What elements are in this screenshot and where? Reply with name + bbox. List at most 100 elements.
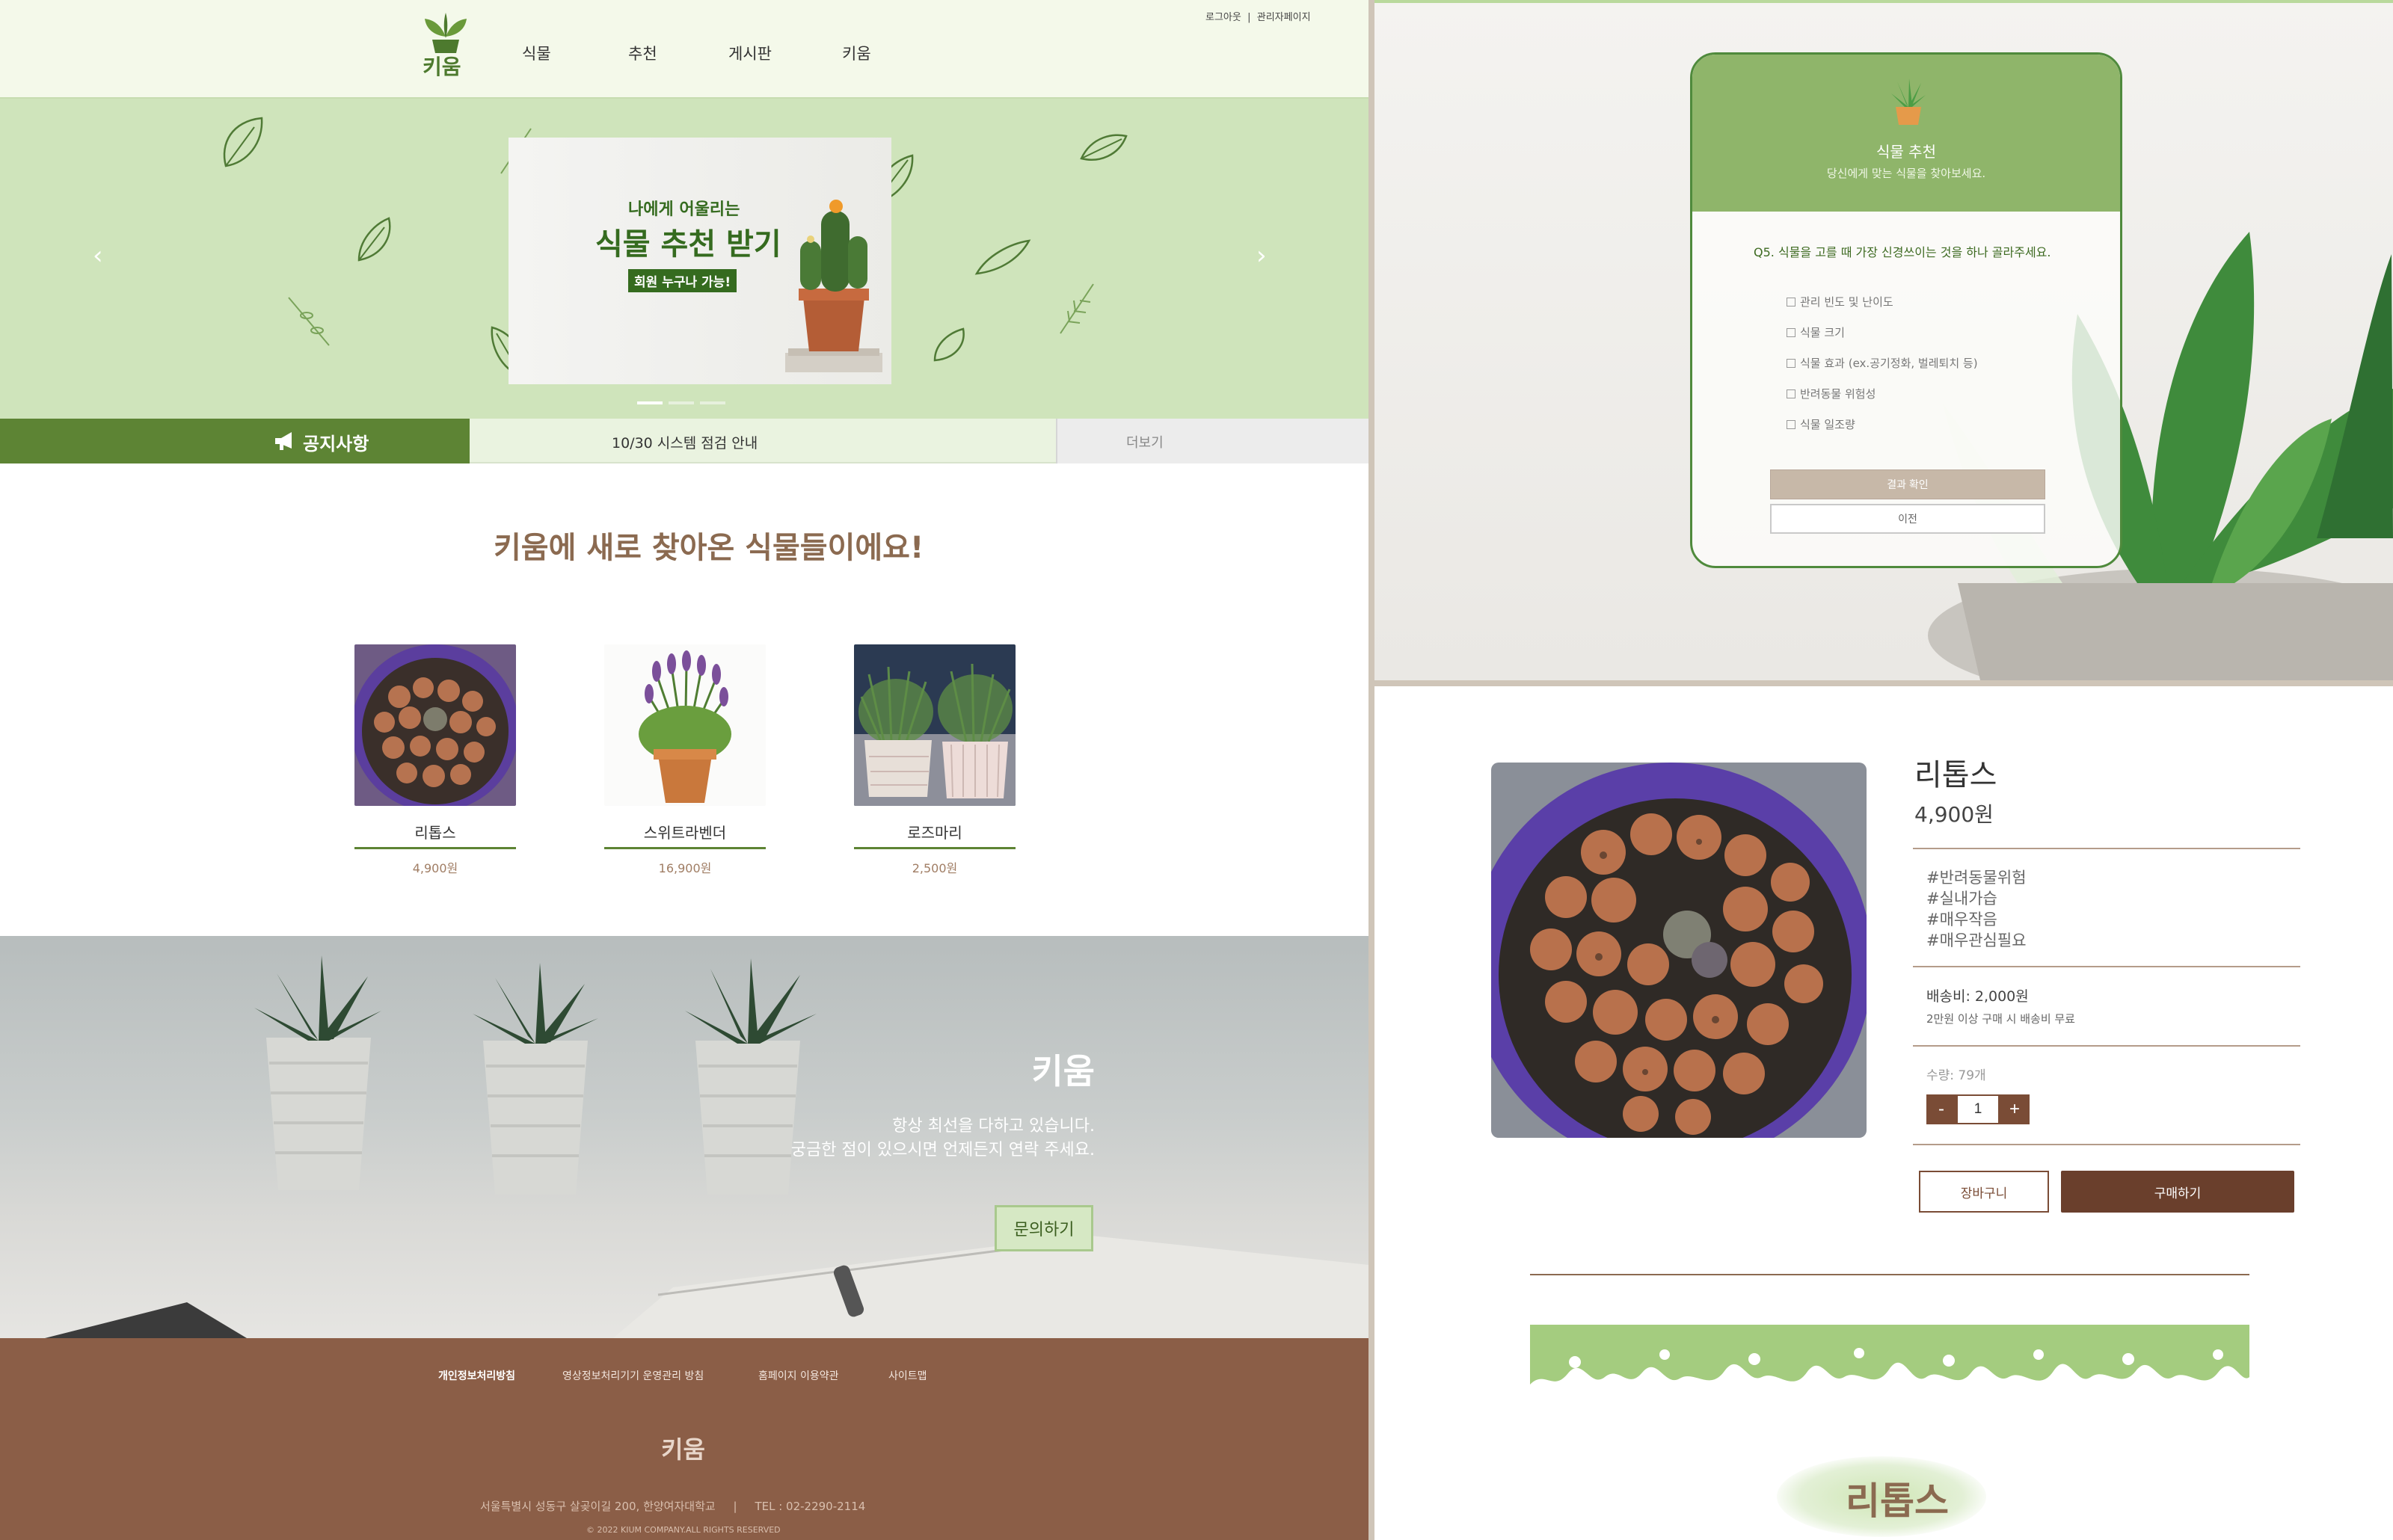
notice-item[interactable]: 10/30 시스템 점검 안내 (470, 419, 1056, 463)
quiz-option-label[interactable]: 식물 일조량 (1800, 418, 1855, 431)
site-header: 키움 식물 추천 게시판 키움 로그아웃 | 관리자페이지 (0, 0, 1368, 99)
quantity-input[interactable] (1956, 1094, 2000, 1124)
nav-recommend[interactable]: 추천 (628, 42, 657, 64)
product-title: 리톱스 (1914, 758, 1997, 792)
notice-more-button[interactable]: 더보기 (1056, 419, 1368, 463)
flower-silhouette-banner (1530, 1325, 2249, 1414)
quiz-option[interactable]: 식물 크기 (1787, 324, 1845, 340)
tag: #반려동물위험 (1926, 869, 2027, 887)
branch-icon (1060, 283, 1094, 334)
checkbox[interactable] (1787, 389, 1795, 398)
notice-label: 공지사항 (0, 419, 470, 463)
notice-label-text: 공지사항 (303, 434, 369, 455)
detail-section-title: 리톱스 (1846, 1479, 1949, 1523)
branch-icon (288, 297, 330, 346)
product-price: 16,900원 (658, 861, 712, 875)
divider (1913, 966, 2300, 967)
checkbox[interactable] (1787, 359, 1795, 368)
contact-title: 키움 (1031, 1051, 1095, 1091)
prev-button[interactable]: 이전 (1770, 504, 2045, 534)
carousel-dot[interactable] (637, 401, 663, 404)
product-name[interactable]: 스위트라벤더 (604, 821, 766, 849)
site-footer: 개인정보처리방침 영상정보처리기기 운영관리 방침 홈페이지 이용약관 사이트맵… (0, 1338, 1368, 1540)
product-card[interactable]: 스위트라벤더 16,900원 (604, 644, 766, 876)
divider (1530, 1274, 2249, 1275)
carousel-dot[interactable] (669, 401, 694, 404)
logout-link[interactable]: 로그아웃 (1205, 12, 1241, 23)
quiz-option-label[interactable]: 관리 빈도 및 난이도 (1800, 295, 1893, 309)
leaf-icon (1080, 134, 1128, 161)
product-card[interactable]: 리톱스 4,900원 (354, 644, 516, 876)
leaf-icon (357, 217, 391, 262)
product-card[interactable]: 로즈마리 2,500원 (854, 644, 1016, 876)
tag: #매우작음 (1926, 911, 1997, 928)
footer-link-privacy[interactable]: 개인정보처리방침 (438, 1368, 515, 1383)
quiz-option[interactable]: 식물 효과 (ex.공기정화, 벌레퇴치 등) (1787, 355, 1978, 371)
quiz-option-label[interactable]: 식물 효과 (ex.공기정화, 벌레퇴치 등) (1800, 357, 1978, 370)
buy-now-button[interactable]: 구매하기 (2061, 1171, 2294, 1213)
cactus-pot-image (785, 200, 882, 372)
footer-link-terms[interactable]: 홈페이지 이용약관 (758, 1368, 839, 1383)
nav-kium[interactable]: 키움 (842, 42, 871, 64)
nav-plants[interactable]: 식물 (522, 42, 551, 64)
quiz-question: Q5. 식물을 고를 때 가장 신경쓰이는 것을 하나 골라주세요. (1754, 245, 2051, 259)
checkbox[interactable] (1787, 420, 1795, 429)
footer-address: 서울특별시 성동구 살곶이길 200, 한양여자대학교 (480, 1500, 716, 1513)
admin-link[interactable]: 관리자페이지 (1257, 12, 1311, 23)
quiz-modal: 식물 추천 당신에게 맞는 식물을 찾아보세요. Q5. 식물을 고를 때 가장… (1690, 52, 2122, 568)
leaf-icon (223, 117, 263, 167)
divider: | (719, 1500, 755, 1513)
product-tags: #반려동물위험 #실내가습 #매우작음 #매우관심필요 (1926, 867, 2027, 951)
notice-more-label[interactable]: 더보기 (1126, 432, 1164, 452)
minus-button[interactable]: - (1926, 1094, 1956, 1124)
product-name[interactable]: 리톱스 (354, 821, 516, 849)
result-button[interactable]: 결과 확인 (1770, 469, 2045, 499)
next-slide-arrow-icon[interactable]: › (1256, 241, 1267, 271)
footer-link-cctv[interactable]: 영상정보처리기기 운영관리 방침 (562, 1368, 704, 1383)
quiz-option[interactable]: 반려동물 위험성 (1787, 386, 1876, 401)
shipping-fee: 배송비: 2,000원 (1926, 988, 2029, 1005)
product-detail-page: 리톱스 4,900원 #반려동물위험 #실내가습 #매우작음 #매우관심필요 배… (1374, 686, 2393, 1540)
contact-line2: 궁금한 점이 있으시면 언제든지 연락 주세요. (790, 1141, 1095, 1159)
product-detail-price: 4,900원 (1914, 802, 1994, 827)
logo-text[interactable]: 키움 (423, 51, 461, 81)
lavender-image[interactable] (604, 644, 766, 806)
footer-tel: TEL : 02-2290-2114 (755, 1500, 866, 1513)
sprout-logo-icon[interactable] (419, 9, 473, 55)
carousel-dot[interactable] (700, 401, 725, 404)
product-main-image[interactable] (1491, 763, 1867, 1138)
footer-copyright: © 2022 KIUM COMPANY.ALL RIGHTS RESERVED (586, 1525, 781, 1535)
footer-link-sitemap[interactable]: 사이트맵 (888, 1368, 927, 1383)
rosemary-image[interactable] (854, 644, 1016, 806)
banner-line3: 회원 누구나 가능! (628, 269, 737, 292)
quiz-option-label[interactable]: 식물 크기 (1800, 326, 1845, 339)
notice-text[interactable]: 10/30 시스템 점검 안내 (612, 432, 758, 452)
checkbox[interactable] (1787, 298, 1795, 307)
succulent-pots-photo (45, 955, 1368, 1338)
checkbox[interactable] (1787, 328, 1795, 337)
plus-button[interactable]: + (2000, 1094, 2030, 1124)
inquiry-button[interactable]: 문의하기 (995, 1205, 1093, 1251)
prev-slide-arrow-icon[interactable]: ‹ (93, 241, 103, 271)
recommend-banner[interactable]: 나에게 어울리는 식물 추천 받기 회원 누구나 가능! (509, 138, 891, 384)
product-price: 2,500원 (912, 861, 958, 875)
hero-carousel: ‹ › 나에게 어울리는 식물 추천 받기 회원 누구나 가능! (0, 99, 1368, 419)
megaphone-icon (275, 432, 292, 450)
quiz-option[interactable]: 관리 빈도 및 난이도 (1787, 294, 1893, 309)
stock-label: 수량: 79개 (1926, 1068, 1986, 1083)
divider: | (1244, 12, 1257, 23)
leaf-icon (933, 327, 965, 362)
nav-board[interactable]: 게시판 (728, 42, 772, 64)
product-name[interactable]: 로즈마리 (854, 821, 1016, 849)
footer-logo: 키움 (661, 1435, 705, 1464)
divider (1913, 1144, 2300, 1145)
recommend-quiz-page: 식물 추천 당신에게 맞는 식물을 찾아보세요. Q5. 식물을 고를 때 가장… (1374, 0, 2393, 680)
lithops-image[interactable] (354, 644, 516, 806)
add-to-cart-button[interactable]: 장바구니 (1919, 1171, 2049, 1213)
contact-banner: 키움 항상 최선을 다하고 있습니다. 궁금한 점이 있으시면 언제든지 연락 … (0, 936, 1368, 1338)
top-links: 로그아웃 | 관리자페이지 (1205, 9, 1311, 23)
quiz-option-label[interactable]: 반려동물 위험성 (1800, 387, 1876, 401)
quiz-option[interactable]: 식물 일조량 (1787, 416, 1855, 432)
new-plants-title: 키움에 새로 찾아온 식물들이에요! (494, 531, 924, 565)
shipping-note: 2만원 이상 구매 시 배송비 무료 (1926, 1012, 2075, 1026)
